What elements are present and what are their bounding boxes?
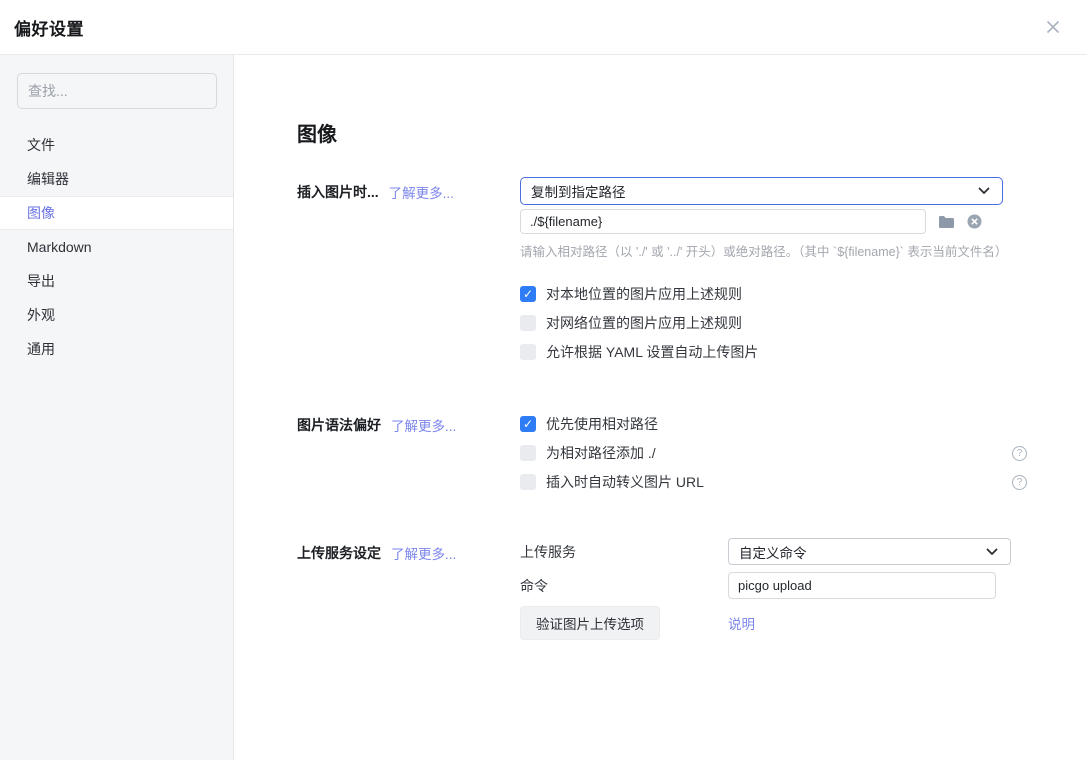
sidebar-item-label: 通用 <box>27 339 55 359</box>
checkbox-row[interactable]: 为相对路径添加 ./ <box>520 443 1027 463</box>
page-title: 图像 <box>297 118 1087 147</box>
sidebar-item[interactable]: 文件 <box>0 128 233 162</box>
syntax-checkboxes: 优先使用相对路径 为相对路径添加 ./ 插入时自动转义图片 URL <box>520 413 1087 492</box>
image-action-select-value: 复制到指定路径 <box>531 181 626 201</box>
close-icon <box>1044 18 1062 36</box>
uploader-label: 上传服务 <box>520 542 728 562</box>
docs-link[interactable]: 说明 <box>728 613 1087 633</box>
section-insert-image: 插入图片时... 了解更多... 复制到指定路径 <box>297 177 1087 371</box>
validate-upload-button[interactable]: 验证图片上传选项 <box>520 606 660 640</box>
sidebar-item-label: 外观 <box>27 305 55 325</box>
sidebar-item[interactable]: 外观 <box>0 298 233 332</box>
image-syntax-label: 图片语法偏好 <box>297 415 381 435</box>
search-input[interactable] <box>28 83 206 99</box>
titlebar: 偏好设置 <box>0 0 1087 55</box>
command-label: 命令 <box>520 576 728 596</box>
sidebar-item-label: 编辑器 <box>27 169 69 189</box>
uploader-select[interactable]: 自定义命令 <box>728 538 1011 565</box>
clear-path-button[interactable] <box>967 214 982 229</box>
checkbox[interactable] <box>520 416 536 432</box>
syntax-learn-more-link[interactable]: 了解更多... <box>391 415 456 435</box>
sidebar-item[interactable]: 编辑器 <box>0 162 233 196</box>
sidebar: 文件 编辑器 图像 Markdown 导出 外观 <box>0 55 234 760</box>
image-action-select[interactable]: 复制到指定路径 <box>520 177 1003 205</box>
window-title: 偏好设置 <box>14 15 84 40</box>
checkbox[interactable] <box>520 344 536 360</box>
sidebar-nav: 文件 编辑器 图像 Markdown 导出 外观 <box>0 128 233 366</box>
copy-path-input[interactable] <box>520 209 926 234</box>
checkbox[interactable] <box>520 474 536 490</box>
sidebar-item-label: 文件 <box>27 135 55 155</box>
close-button[interactable] <box>1041 15 1065 39</box>
command-input[interactable] <box>728 572 996 599</box>
sidebar-item[interactable]: 通用 <box>0 332 233 366</box>
checkbox-label: 对网络位置的图片应用上述规则 <box>546 313 742 333</box>
help-icon[interactable] <box>1012 475 1027 490</box>
insert-checkboxes: 对本地位置的图片应用上述规则 对网络位置的图片应用上述规则 允许根据 YAM <box>520 284 1087 362</box>
sidebar-item-label: 导出 <box>27 271 55 291</box>
browse-folder-button[interactable] <box>938 215 955 229</box>
checkbox-row[interactable]: 允许根据 YAML 设置自动上传图片 <box>520 342 1027 362</box>
chevron-down-icon <box>978 187 990 195</box>
uploader-select-value: 自定义命令 <box>739 542 807 562</box>
folder-icon <box>938 215 955 229</box>
checkbox-row[interactable]: 对网络位置的图片应用上述规则 <box>520 313 1027 333</box>
checkbox-label: 允许根据 YAML 设置自动上传图片 <box>546 342 758 362</box>
clear-circle-icon <box>967 214 982 229</box>
settings-panel: 图像 插入图片时... 了解更多... 复制到指定路径 <box>234 55 1087 760</box>
checkbox-label: 为相对路径添加 ./ <box>546 443 656 463</box>
checkbox[interactable] <box>520 445 536 461</box>
sidebar-item[interactable]: 导出 <box>0 264 233 298</box>
insert-image-label: 插入图片时... <box>297 182 379 202</box>
checkbox-label: 插入时自动转义图片 URL <box>546 472 704 492</box>
checkbox-row[interactable]: 对本地位置的图片应用上述规则 <box>520 284 1027 304</box>
section-upload-service: 上传服务设定 了解更多... 上传服务 自定义命令 命令 验证图片上传 <box>297 538 1087 640</box>
path-hint-text: 请输入相对路径（以 './' 或 '../' 开头）或绝对路径。（其中 `${f… <box>520 241 1087 260</box>
section-image-syntax: 图片语法偏好 了解更多... 优先使用相对路径 为相 <box>297 413 1087 501</box>
upload-learn-more-link[interactable]: 了解更多... <box>391 543 456 563</box>
checkbox-label: 优先使用相对路径 <box>546 414 658 434</box>
sidebar-item[interactable]: Markdown <box>0 230 233 264</box>
upload-service-label: 上传服务设定 <box>297 543 381 563</box>
chevron-down-icon <box>986 548 998 556</box>
insert-learn-more-link[interactable]: 了解更多... <box>389 182 454 202</box>
help-icon[interactable] <box>1012 446 1027 461</box>
checkbox-label: 对本地位置的图片应用上述规则 <box>546 284 742 304</box>
sidebar-item-label: Markdown <box>27 239 92 255</box>
checkbox-row[interactable]: 优先使用相对路径 <box>520 414 1027 434</box>
sidebar-item[interactable]: 图像 <box>0 196 233 230</box>
sidebar-item-label: 图像 <box>27 203 55 223</box>
search-box[interactable] <box>17 73 217 109</box>
checkbox-row[interactable]: 插入时自动转义图片 URL <box>520 472 1027 492</box>
checkbox[interactable] <box>520 315 536 331</box>
checkbox[interactable] <box>520 286 536 302</box>
